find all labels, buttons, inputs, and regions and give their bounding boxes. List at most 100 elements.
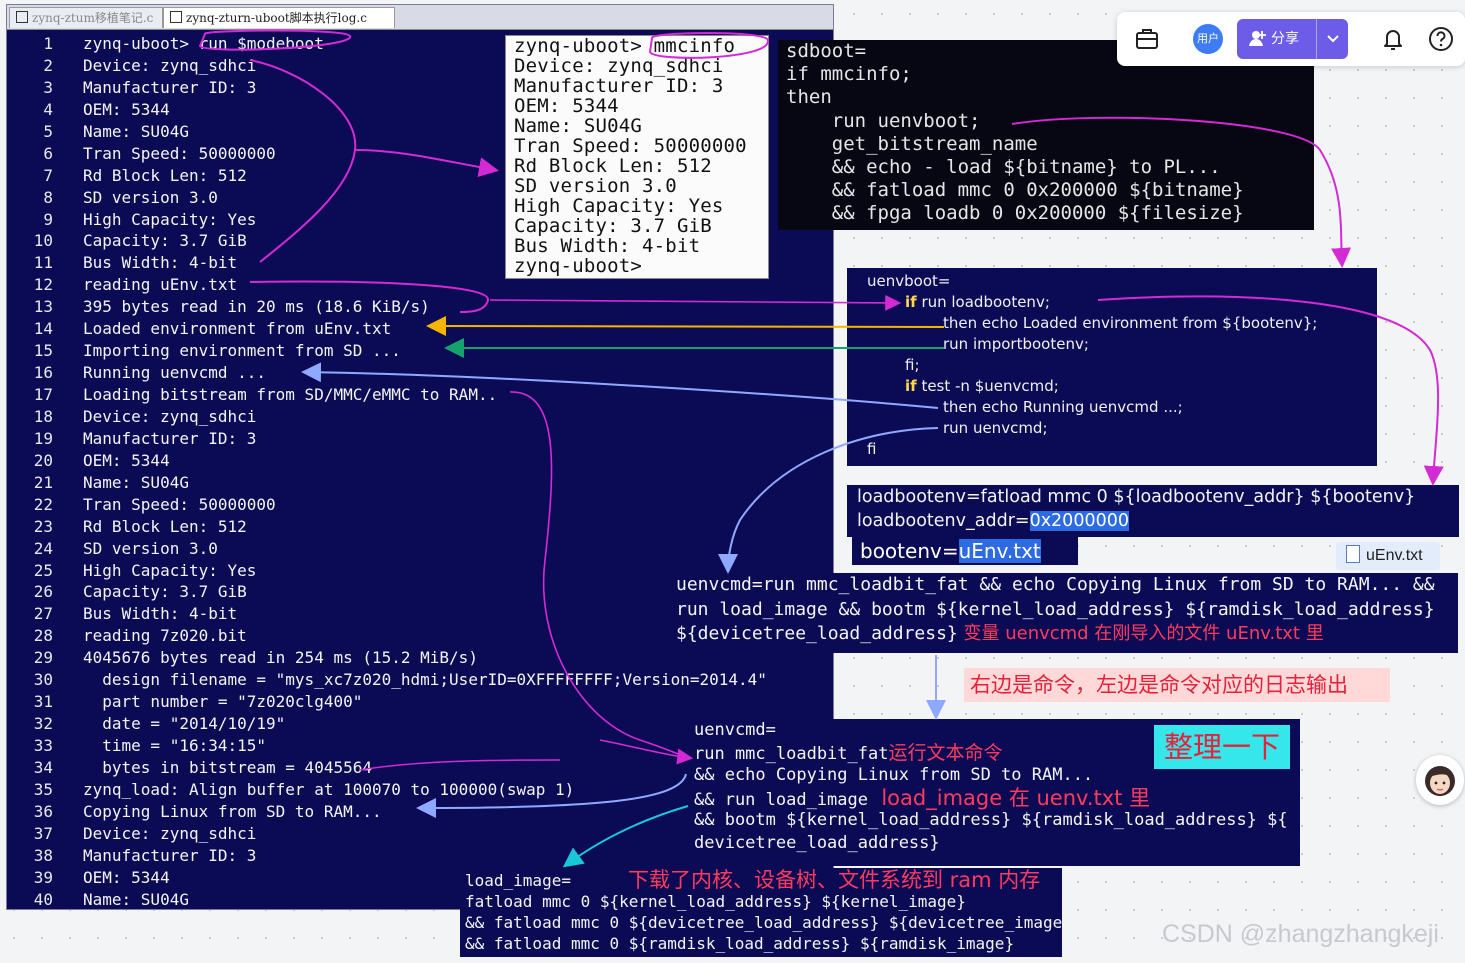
log-text: SD version 3.0 [83,538,218,558]
uenvboot-text: fi; [905,356,920,374]
share-label: 分享 [1271,31,1299,47]
log-text: Manufacturer ID: 3 [83,428,257,448]
share-icon [1249,19,1267,75]
line-number: 32 [33,714,53,734]
note-download-to-ram: 下载了内核、设备树、文件系统到 ram 内存 [628,868,1041,892]
uenvboot-line: fi; [847,355,1377,376]
line-number: 16 [33,363,53,383]
mmcinfo-line: Rd Block Len: 512 [514,155,712,177]
line-number: 24 [33,538,53,558]
loadbootenv-box: loadbootenv=fatload mmc 0 ${loadbootenv_… [847,485,1459,537]
bell-icon[interactable] [1379,25,1407,53]
line-number: 17 [33,385,53,404]
mmcinfo-line: Device: zynq_sdhci [514,55,724,77]
uenvboot-line: fi [847,439,1377,460]
line-number: 38 [33,845,53,865]
tab-uboot-log[interactable]: zynq-zturn-uboot脚本执行log.c [163,7,395,28]
log-text: OEM: 5344 [83,867,170,887]
log-text: High Capacity: Yes [83,209,257,229]
log-text: OEM: 5344 [83,99,170,119]
log-text: Rd Block Len: 512 [83,165,247,185]
briefcase-icon[interactable] [1133,25,1161,53]
log-text: Capacity: 3.7 GiB [83,582,247,602]
log-text: Running uenvcmd ... [83,363,267,383]
uenvboot-text: then echo Running uenvcmd ...; [943,398,1183,416]
user-avatar[interactable]: 用户 [1193,24,1223,54]
log-text: zynq-uboot> run $modeboot [83,34,324,53]
explained-line-6: devicetree_load_address} [694,832,940,853]
line-number: 5 [43,121,53,141]
log-line: 17 Loading bitstream from SD/MMC/eMMC to … [7,384,833,406]
mmcinfo-box: zynq-uboot> mmcinfo Device: zynq_sdhci Man… [505,35,769,279]
tab-notes[interactable]: zynq-ztum移植笔记.c [9,7,163,28]
line-number: 4 [43,99,53,119]
line-number: 26 [33,582,53,602]
log-text: Tran Speed: 50000000 [83,494,276,514]
line-number: 36 [33,801,53,821]
log-text: Loading bitstream from SD/MMC/eMMC to RA… [83,385,498,404]
line-number: 37 [33,823,53,843]
line-number: 13 [33,297,53,317]
uenvboot-text: run loadbootenv; [916,293,1050,311]
mmcinfo-line: SD version 3.0 [514,175,677,197]
help-icon[interactable] [1427,25,1455,53]
mmcinfo-line: Manufacturer ID: 3 [514,75,724,97]
uenvboot-box: uenvboot= if run loadbootenv; then echo Lo… [847,268,1377,466]
uenvboot-text: fi [867,440,877,458]
mmcinfo-line: OEM: 5344 [514,95,619,117]
line-number: 19 [33,428,53,448]
mmcinfo-line: zynq-uboot> mmcinfo [514,35,736,57]
log-text: Device: zynq_sdhci [83,55,257,75]
line-number: 8 [43,187,53,207]
explained-line-5: && bootm ${kernel_load_address} ${ramdis… [694,810,1288,831]
line-number: 6 [43,143,53,163]
load-image-line-2: fatload mmc 0 ${kernel_load_address} ${k… [465,892,966,911]
log-text: Rd Block Len: 512 [83,516,247,536]
line-number: 35 [33,779,53,799]
share-button[interactable]: 分享 [1237,19,1348,59]
log-text: Name: SU04G [83,889,189,909]
sdboot-line: && echo - load ${bitname} to PL... [786,155,1221,178]
assistant-avatar[interactable] [1416,755,1464,805]
log-text: 4045676 bytes read in 254 ms (15.2 MiB/s… [83,648,478,668]
uenvcmd-line-2: run load_image && bootm ${kernel_load_ad… [676,598,1435,620]
selected-address: 0x2000000 [1029,511,1129,531]
chevron-down-icon[interactable] [1325,19,1341,75]
log-text: Bus Width: 4-bit [83,604,238,624]
log-text: SD version 3.0 [83,187,218,207]
uenvboot-line: run uenvcmd; [847,418,1377,439]
log-line: 20 OEM: 5344 [7,450,833,472]
line-number: 22 [33,494,53,514]
log-text: OEM: 5344 [83,450,170,470]
log-line: 30 design filename = "mys_xc7z020_hdmi;U… [7,669,833,691]
log-line: 23 Rd Block Len: 512 [7,516,833,538]
log-text: date = "2014/10/19" [83,714,286,734]
top-right-toolbar: 用户 分享 [1117,12,1465,66]
mmcinfo-line: Bus Width: 4-bit [514,235,701,257]
line-number: 34 [33,757,53,777]
uenv-file-tag[interactable]: uEnv.txt [1336,542,1440,570]
sdboot-line: get_bitstream_name [786,132,1038,155]
line-number: 29 [33,648,53,668]
log-text: Manufacturer ID: 3 [83,77,257,97]
uenvboot-line: then echo Loaded environment from ${boot… [847,313,1377,334]
log-text: zynq_load: Align buffer at 100070 to 100… [83,779,575,799]
load-image-line-3: && fatload mmc 0 ${devicetree_load_addre… [465,913,1072,932]
selected-bootenv: uEnv.txt [958,539,1041,563]
line-number: 28 [33,626,53,646]
note-commands-vs-logs: 右边是命令，左边是命令对应的日志输出 [964,668,1390,702]
log-line: 31 part number = "7z020clg400" [7,691,833,713]
line-number: 20 [33,450,53,470]
line-number: 15 [33,341,53,361]
line-number: 27 [33,604,53,624]
log-text: Bus Width: 4-bit [83,253,238,273]
sdboot-line: then [786,86,832,109]
log-line: 18 Device: zynq_sdhci [7,406,833,428]
log-text: Name: SU04G [83,121,189,141]
uenvcmd-box: uenvcmd=run mmc_loadbit_fat && echo Copy… [668,573,1458,653]
log-text: 395 bytes read in 20 ms (18.6 KiB/s) [83,297,430,317]
log-text: reading 7z020.bit [83,626,247,646]
log-line: 16 Running uenvcmd ... [7,362,833,384]
mmcinfo-line: Name: SU04G [514,115,643,137]
uenvboot-text: run uenvcmd; [943,419,1048,437]
